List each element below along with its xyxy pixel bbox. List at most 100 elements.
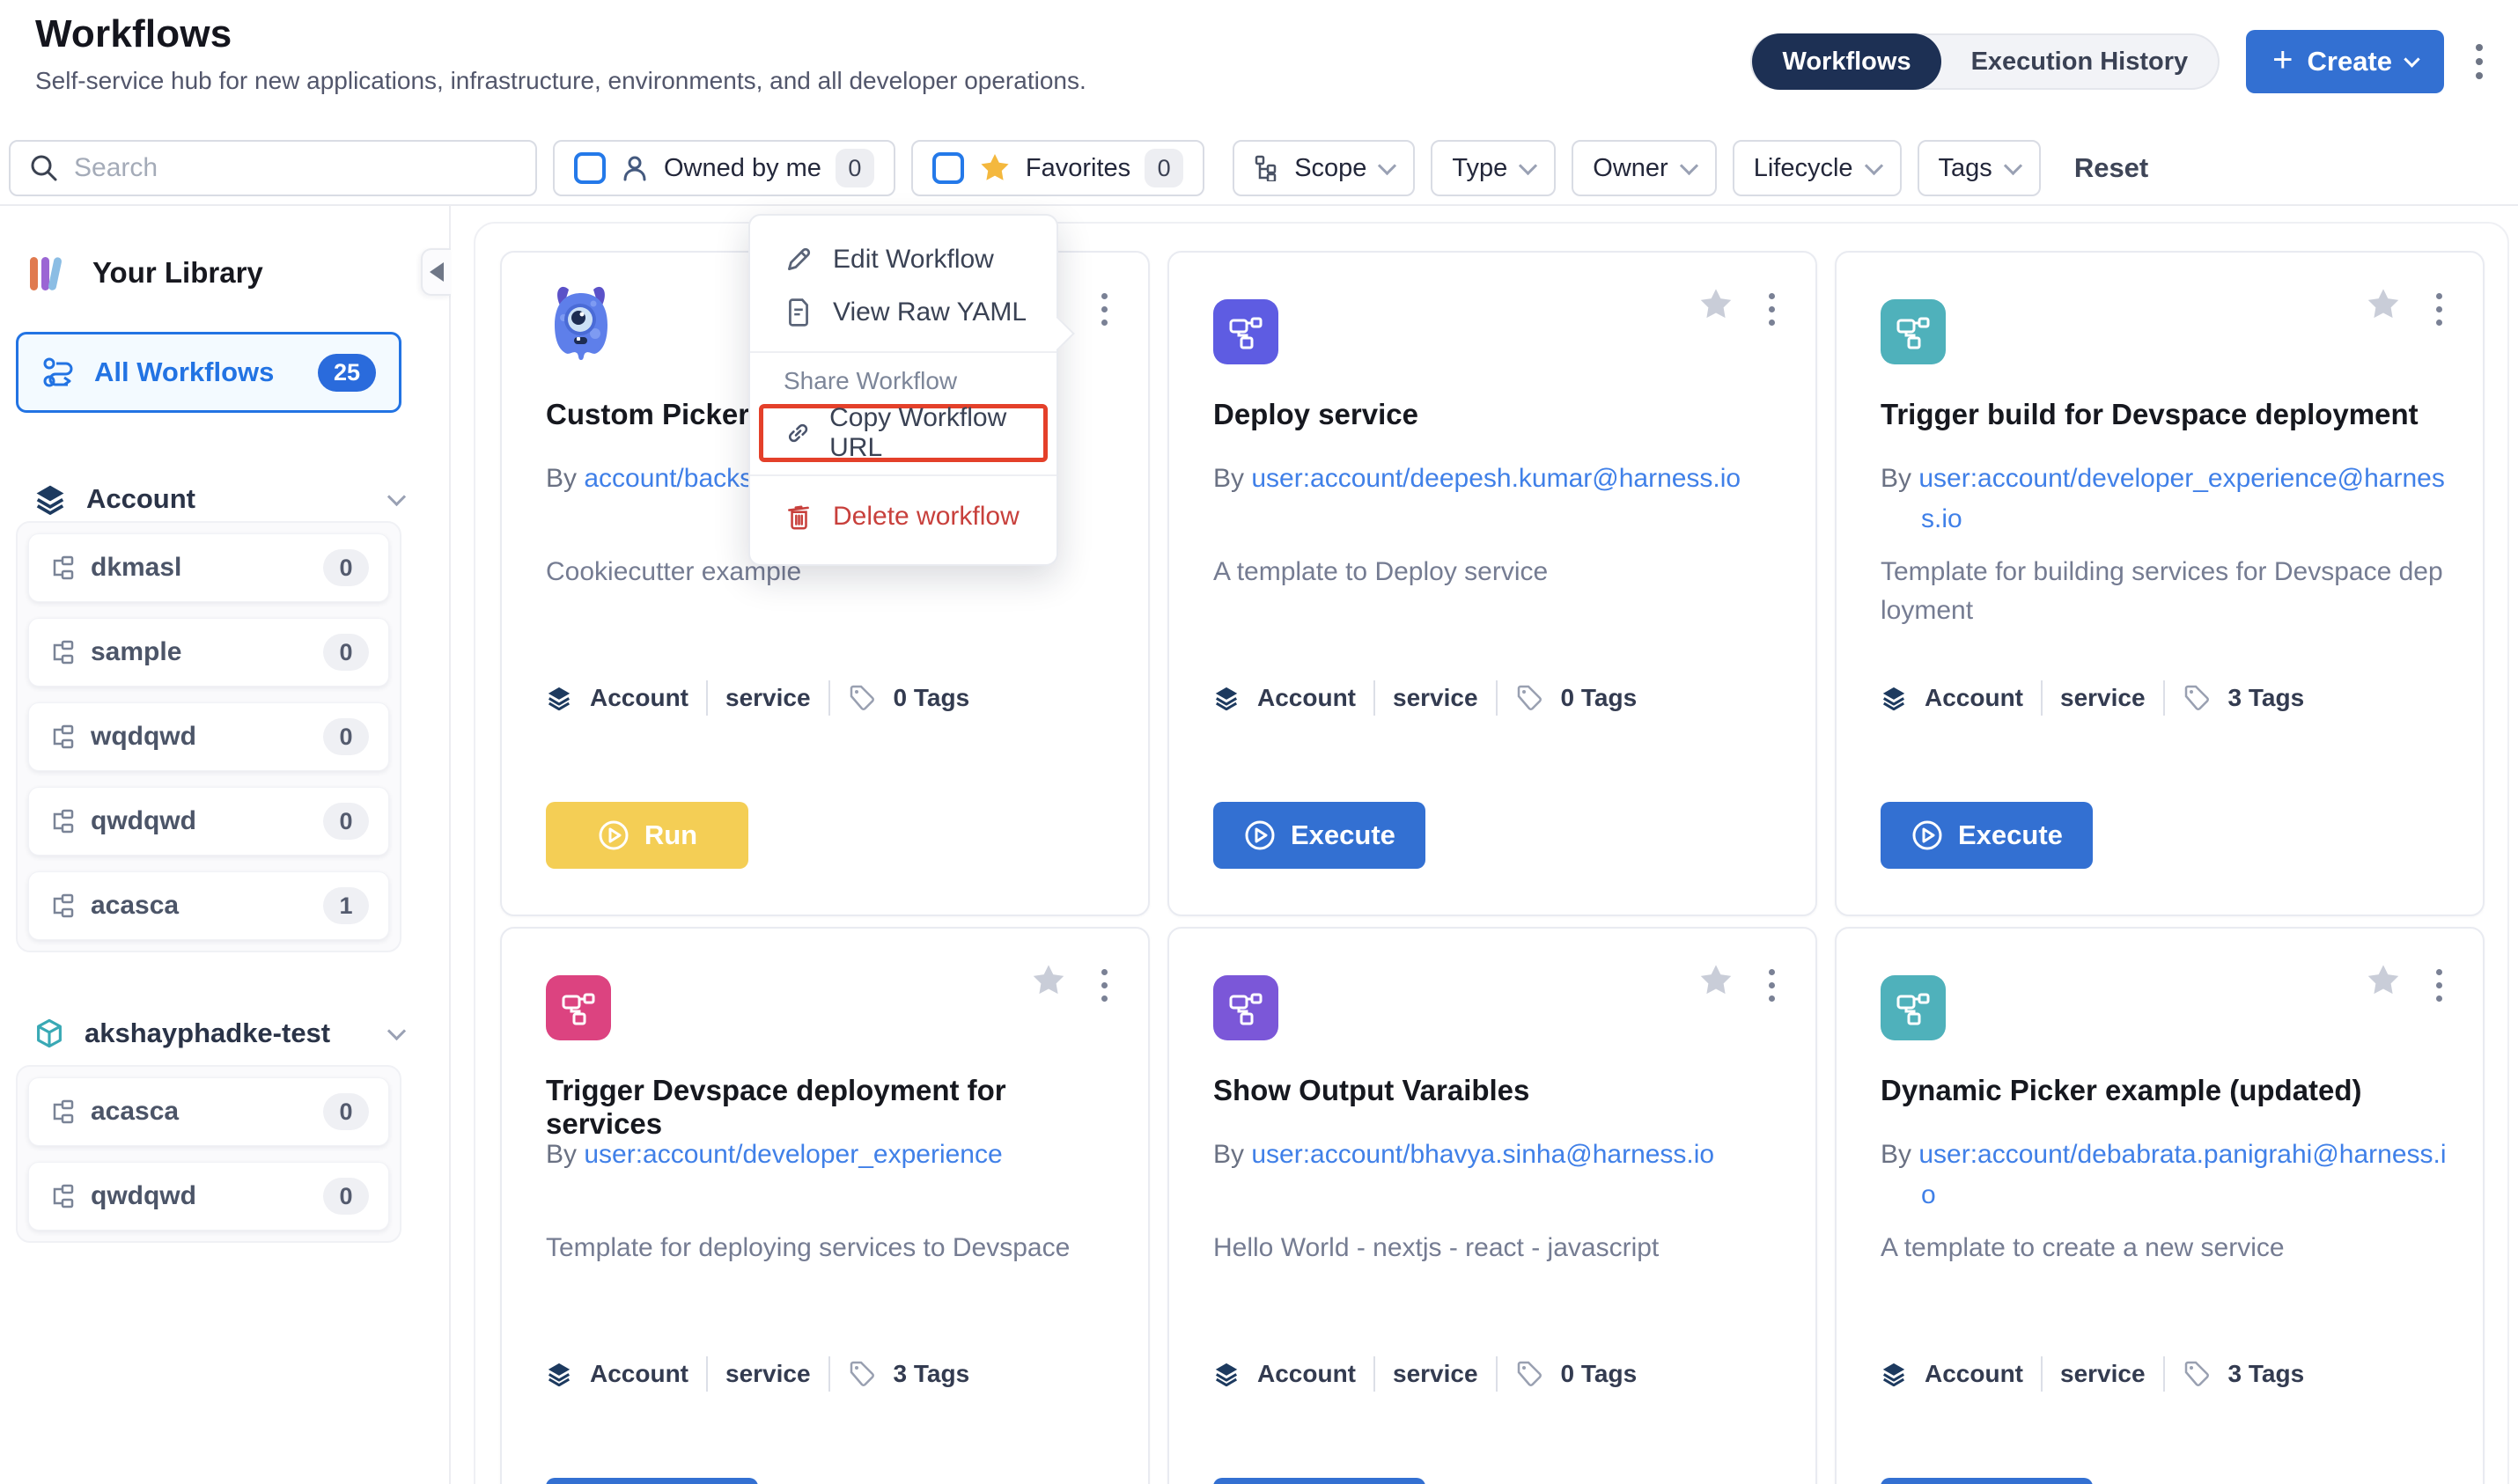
menu-divider xyxy=(750,474,1057,476)
favorite-star-icon[interactable] xyxy=(2365,962,2402,999)
card-footer: Account service 3 Tags xyxy=(1881,1356,2456,1392)
document-icon xyxy=(784,298,814,327)
star-icon xyxy=(978,151,1012,185)
menu-item-copy-workflow-url[interactable]: Copy Workflow URL xyxy=(763,408,1043,458)
author-link[interactable]: user:account/bhavya.sinha@harness.io xyxy=(1251,1140,1714,1169)
layers-icon xyxy=(1881,1361,1907,1387)
reset-filters-button[interactable]: Reset xyxy=(2074,152,2148,184)
tag-icon xyxy=(2183,1360,2211,1388)
card-title: Trigger build for Devspace deployment xyxy=(1881,398,2442,431)
library-title: Your Library xyxy=(92,256,263,290)
search-input[interactable] xyxy=(74,153,518,183)
page-kebab-menu[interactable] xyxy=(2470,39,2488,84)
layers-icon xyxy=(546,1361,572,1387)
favorite-star-icon[interactable] xyxy=(1030,962,1067,999)
sidebar-item-wqdqwd[interactable]: wqdqwd 0 xyxy=(28,702,389,771)
owned-by-me-count: 0 xyxy=(836,149,874,187)
tags-dropdown[interactable]: Tags xyxy=(1918,140,2041,196)
sidebar-item-acasca[interactable]: acasca 1 xyxy=(28,871,389,940)
workflow-tree-icon xyxy=(48,639,75,665)
view-toggle: Workflows Execution History xyxy=(1750,33,2220,90)
execute-button[interactable]: Execute xyxy=(546,1478,758,1484)
library-header: Your Library xyxy=(24,250,263,296)
workflows-page: Workflows Self-service hub for new appli… xyxy=(0,0,2518,1484)
workflow-card-trigger-build: Trigger build for Devspace deployment By… xyxy=(1835,251,2485,916)
monster-icon xyxy=(541,279,622,367)
favorites-filter[interactable]: Favorites 0 xyxy=(911,140,1204,196)
owned-by-me-filter[interactable]: Owned by me 0 xyxy=(553,140,895,196)
execute-button[interactable]: Execute xyxy=(1213,802,1425,869)
favorite-star-icon[interactable] xyxy=(1697,286,1734,323)
page-subtitle: Self-service hub for new applications, i… xyxy=(35,67,1086,95)
execute-button[interactable]: Execute xyxy=(1881,1478,2093,1484)
author-link[interactable]: user:account/debabrata.panigrahi@harness… xyxy=(1918,1140,2446,1209)
search-icon xyxy=(28,152,60,184)
sidebar-item-acasca-2[interactable]: acasca 0 xyxy=(28,1077,389,1146)
menu-item-view-raw-yaml[interactable]: View Raw YAML xyxy=(750,286,1057,339)
search-box xyxy=(9,140,537,196)
card-description: Template for building services for Devsp… xyxy=(1881,553,2444,630)
workflow-card-trigger-devspace: Trigger Devspace deployment for services… xyxy=(500,927,1150,1484)
sidebar-item-qwdqwd[interactable]: qwdqwd 0 xyxy=(28,787,389,856)
library-icon xyxy=(24,250,70,296)
author-link[interactable]: user:account/deepesh.kumar@harness.io xyxy=(1251,464,1741,493)
sidebar-section-akshayphadke-test[interactable]: akshayphadke-test xyxy=(33,1017,403,1049)
tab-execution-history[interactable]: Execution History xyxy=(1941,33,2219,90)
type-dropdown[interactable]: Type xyxy=(1431,140,1556,196)
sidebar-item-qwdqwd-2[interactable]: qwdqwd 0 xyxy=(28,1162,389,1231)
lifecycle-dropdown[interactable]: Lifecycle xyxy=(1733,140,1902,196)
card-kebab-menu[interactable] xyxy=(1096,964,1113,1007)
card-kebab-menu[interactable] xyxy=(2431,288,2448,331)
menu-item-delete-workflow[interactable]: Delete workflow xyxy=(750,490,1057,543)
card-kebab-menu[interactable] xyxy=(2431,964,2448,1007)
card-description: Hello World - nextjs - react - javascrip… xyxy=(1213,1229,1777,1267)
favorite-star-icon[interactable] xyxy=(1697,962,1734,999)
workflow-tree-icon xyxy=(48,1183,75,1209)
workflow-card-deploy-service: Deploy service By user:account/deepesh.k… xyxy=(1167,251,1817,916)
tag-icon xyxy=(2183,684,2211,712)
author-link[interactable]: user:account/developer_experience@harnes… xyxy=(1918,464,2445,533)
favorite-star-icon[interactable] xyxy=(2365,286,2402,323)
run-button[interactable]: Run xyxy=(546,802,748,869)
card-kebab-menu[interactable] xyxy=(1096,288,1113,331)
sidebar-item-all-workflows[interactable]: All Workflows 25 xyxy=(16,332,401,413)
owner-dropdown[interactable]: Owner xyxy=(1572,140,1716,196)
favorites-checkbox[interactable] xyxy=(932,152,964,184)
scope-dropdown[interactable]: Scope xyxy=(1233,140,1415,196)
trash-icon xyxy=(784,502,814,532)
author-link[interactable]: account/backs xyxy=(584,464,753,493)
tab-workflows[interactable]: Workflows xyxy=(1752,33,1940,90)
workflow-card-dynamic-picker: Dynamic Picker example (updated) By user… xyxy=(1835,927,2485,1484)
workflow-context-menu: Edit Workflow View Raw YAML Share Workfl… xyxy=(748,214,1058,566)
chevron-down-icon xyxy=(1680,156,1698,174)
pencil-icon xyxy=(784,245,814,275)
cube-icon xyxy=(33,1017,65,1049)
layers-icon xyxy=(1881,685,1907,711)
author-link[interactable]: user:account/developer_experience xyxy=(584,1140,1002,1169)
chevron-down-icon xyxy=(2404,51,2419,67)
workflow-tree-icon xyxy=(48,1098,75,1125)
sidebar-item-sample[interactable]: sample 0 xyxy=(28,618,389,687)
card-author: By user:account/developer_experience xyxy=(546,1135,1113,1175)
card-description: Template for deploying services to Devsp… xyxy=(546,1229,1109,1267)
create-button[interactable]: + Create xyxy=(2246,30,2444,93)
play-icon xyxy=(1243,819,1277,852)
sidebar-divider xyxy=(449,206,451,1484)
sidebar-collapse-button[interactable] xyxy=(421,248,451,296)
owned-by-me-checkbox[interactable] xyxy=(574,152,606,184)
execute-button[interactable]: Execute xyxy=(1213,1478,1425,1484)
person-icon xyxy=(620,153,650,183)
card-footer: Account service 0 Tags xyxy=(1213,1356,1789,1392)
chevron-down-icon xyxy=(387,1021,406,1040)
card-description: A template to Deploy service xyxy=(1213,553,1777,591)
card-kebab-menu[interactable] xyxy=(1763,964,1780,1007)
card-author: By user:account/debabrata.panigrahi@harn… xyxy=(1881,1135,2448,1216)
card-kebab-menu[interactable] xyxy=(1763,288,1780,331)
workflow-tree-icon xyxy=(48,808,75,834)
sidebar-item-dkmasl[interactable]: dkmasl 0 xyxy=(28,533,389,602)
sidebar-section-account[interactable]: Account xyxy=(33,482,403,516)
execute-button[interactable]: Execute xyxy=(1881,802,2093,869)
collapse-left-icon xyxy=(430,262,444,282)
menu-item-edit-workflow[interactable]: Edit Workflow xyxy=(750,233,1057,286)
chevron-down-icon xyxy=(387,487,406,505)
